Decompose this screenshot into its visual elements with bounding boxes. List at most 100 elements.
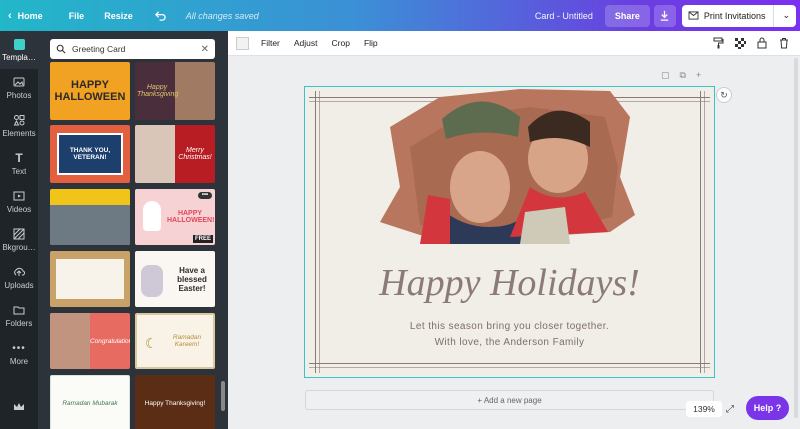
file-menu[interactable]: File	[61, 0, 93, 31]
thumbnail-text: Have a blessed Easter!	[177, 265, 207, 293]
toolbar-icons	[712, 37, 800, 49]
bunny-illustration	[141, 265, 163, 297]
search-icon	[56, 44, 66, 54]
download-button[interactable]	[653, 4, 676, 27]
elements-icon	[13, 114, 25, 126]
nav-item-elements[interactable]: Elements	[0, 107, 38, 145]
crown-icon[interactable]	[13, 399, 25, 417]
home-button[interactable]: ‹ Home	[0, 0, 51, 31]
canvas-area: ▢ ⧉ + Happy Holidays! Let this season br…	[228, 56, 800, 429]
frame-line	[309, 363, 710, 364]
template-icon	[13, 38, 25, 50]
help-button[interactable]: Help ?	[746, 396, 789, 420]
color-swatch[interactable]	[236, 36, 249, 50]
template-thumbnail[interactable]: Happy Thanksgiving!	[135, 375, 215, 429]
edit-toolbar: Filter Adjust Crop Flip	[228, 31, 800, 56]
transparency-icon[interactable]	[734, 37, 746, 49]
nav-item-folders[interactable]: Folders	[0, 297, 38, 335]
nav-item-text[interactable]: T Text	[0, 145, 38, 183]
template-thumbnail[interactable]: Merry Christmas!	[135, 125, 215, 183]
crop-button[interactable]: Crop	[332, 38, 350, 48]
add-page-button[interactable]: + Add a new page	[305, 390, 714, 410]
nav-label: Folders	[5, 319, 33, 328]
template-thumbnail[interactable]: THANK YOU, VETERAN!	[50, 125, 130, 183]
home-label: Home	[17, 10, 43, 21]
note-icon[interactable]: ▢	[661, 70, 670, 81]
template-thumbnail[interactable]: Ramadan Mubarak	[50, 375, 130, 429]
left-nav: Templa… Photos Elements T Text Videos Bk…	[0, 31, 38, 429]
frame-line	[309, 367, 710, 368]
document-title[interactable]: Card - Untitled	[535, 11, 605, 21]
add-icon[interactable]: +	[696, 70, 701, 81]
lock-icon[interactable]	[756, 37, 768, 49]
photo-placeholder	[56, 259, 124, 299]
nav-item-photos[interactable]: Photos	[0, 69, 38, 107]
thumbnail-text: Happy Thanksgiving	[137, 84, 179, 98]
nav-item-uploads[interactable]: Uploads	[0, 259, 38, 297]
top-bar: ‹ Home File Resize All changes saved Car…	[0, 0, 800, 31]
undo-icon	[154, 11, 166, 21]
nav-label: Videos	[6, 205, 32, 214]
photo-icon	[13, 76, 25, 88]
filter-button[interactable]: Filter	[261, 38, 280, 48]
adjust-button[interactable]: Adjust	[294, 38, 318, 48]
expand-icon[interactable]: ⤢	[723, 401, 737, 417]
template-search[interactable]: Greeting Card ✕	[50, 39, 215, 59]
more-icon[interactable]: •••	[198, 192, 212, 199]
template-thumbnail[interactable]	[50, 251, 130, 307]
text-icon: T	[15, 151, 23, 165]
close-icon[interactable]: ✕	[201, 44, 209, 55]
thumbnail-text: HAPPY HALLOWEEN	[54, 79, 126, 103]
template-thumbnail[interactable]: HAPPY HALLOWEEN! ••• FREE	[135, 189, 215, 245]
thumbnail-text: Ramadan Mubarak	[62, 399, 118, 407]
thumbnail-text: Congratulations!	[90, 337, 130, 345]
chevron-left-icon: ‹	[8, 9, 12, 22]
download-icon	[661, 10, 669, 21]
nav-label: Photos	[6, 91, 32, 100]
template-thumbnail[interactable]: Happy Thanksgiving	[135, 62, 215, 120]
page-controls: ▢ ⧉ +	[661, 70, 701, 81]
upload-icon	[13, 266, 25, 278]
print-invitations-button[interactable]: Print Invitations ⌄	[681, 4, 796, 27]
background-icon	[13, 228, 25, 240]
trash-icon[interactable]	[778, 37, 790, 49]
undo-button[interactable]	[147, 0, 174, 31]
paint-roller-icon[interactable]	[712, 37, 724, 49]
templates-panel: Greeting Card ✕ HAPPY HALLOWEEN Happy Th…	[38, 31, 228, 429]
chevron-down-icon[interactable]: ⌄	[773, 4, 790, 27]
nav-item-background[interactable]: Bkgrou…	[0, 221, 38, 259]
nav-item-templates[interactable]: Templa…	[0, 31, 38, 69]
zoom-level[interactable]: 139%	[686, 401, 722, 417]
share-button[interactable]: Share	[604, 4, 650, 27]
search-input[interactable]: Greeting Card	[72, 44, 125, 54]
nav-label: Text	[11, 167, 27, 176]
refresh-icon[interactable]: ↻	[716, 87, 732, 103]
nav-label: More	[9, 357, 29, 366]
design-card[interactable]: Happy Holidays! Let this season bring yo…	[304, 86, 715, 378]
save-status: All changes saved	[185, 10, 259, 21]
canvas-scrollbar[interactable]	[794, 58, 798, 418]
couple-photo[interactable]	[380, 87, 635, 244]
duplicate-icon[interactable]: ⧉	[680, 70, 686, 81]
template-thumbnail[interactable]	[50, 189, 130, 245]
photo-placeholder	[50, 313, 90, 369]
card-message-line-2[interactable]: With love, the Anderson Family	[305, 337, 714, 348]
resize-button[interactable]: Resize	[96, 0, 141, 31]
card-message-line-1[interactable]: Let this season bring you closer togethe…	[305, 321, 714, 332]
photo-placeholder	[50, 205, 130, 245]
nav-item-more[interactable]: ••• More	[0, 335, 38, 373]
template-thumbnail[interactable]: HAPPY HALLOWEEN	[50, 62, 130, 120]
photo-placeholder	[175, 62, 215, 120]
nav-item-videos[interactable]: Videos	[0, 183, 38, 221]
flip-button[interactable]: Flip	[364, 38, 378, 48]
template-thumbnail[interactable]: Congratulations!	[50, 313, 130, 369]
template-thumbnail[interactable]: Have a blessed Easter!	[135, 251, 215, 307]
thumbnail-text: Merry Christmas!	[178, 147, 212, 161]
template-thumbnail[interactable]: ☾ Ramadan Kareem!	[135, 313, 215, 369]
panel-scrollbar[interactable]	[221, 381, 225, 411]
nav-label: Bkgrou…	[2, 243, 36, 252]
nav-label: Templa…	[2, 53, 36, 62]
card-headline[interactable]: Happy Holidays!	[305, 261, 714, 305]
thumbnail-text: THANK YOU, VETERAN!	[69, 147, 111, 161]
thumbnail-text: HAPPY HALLOWEEN!	[167, 210, 215, 224]
